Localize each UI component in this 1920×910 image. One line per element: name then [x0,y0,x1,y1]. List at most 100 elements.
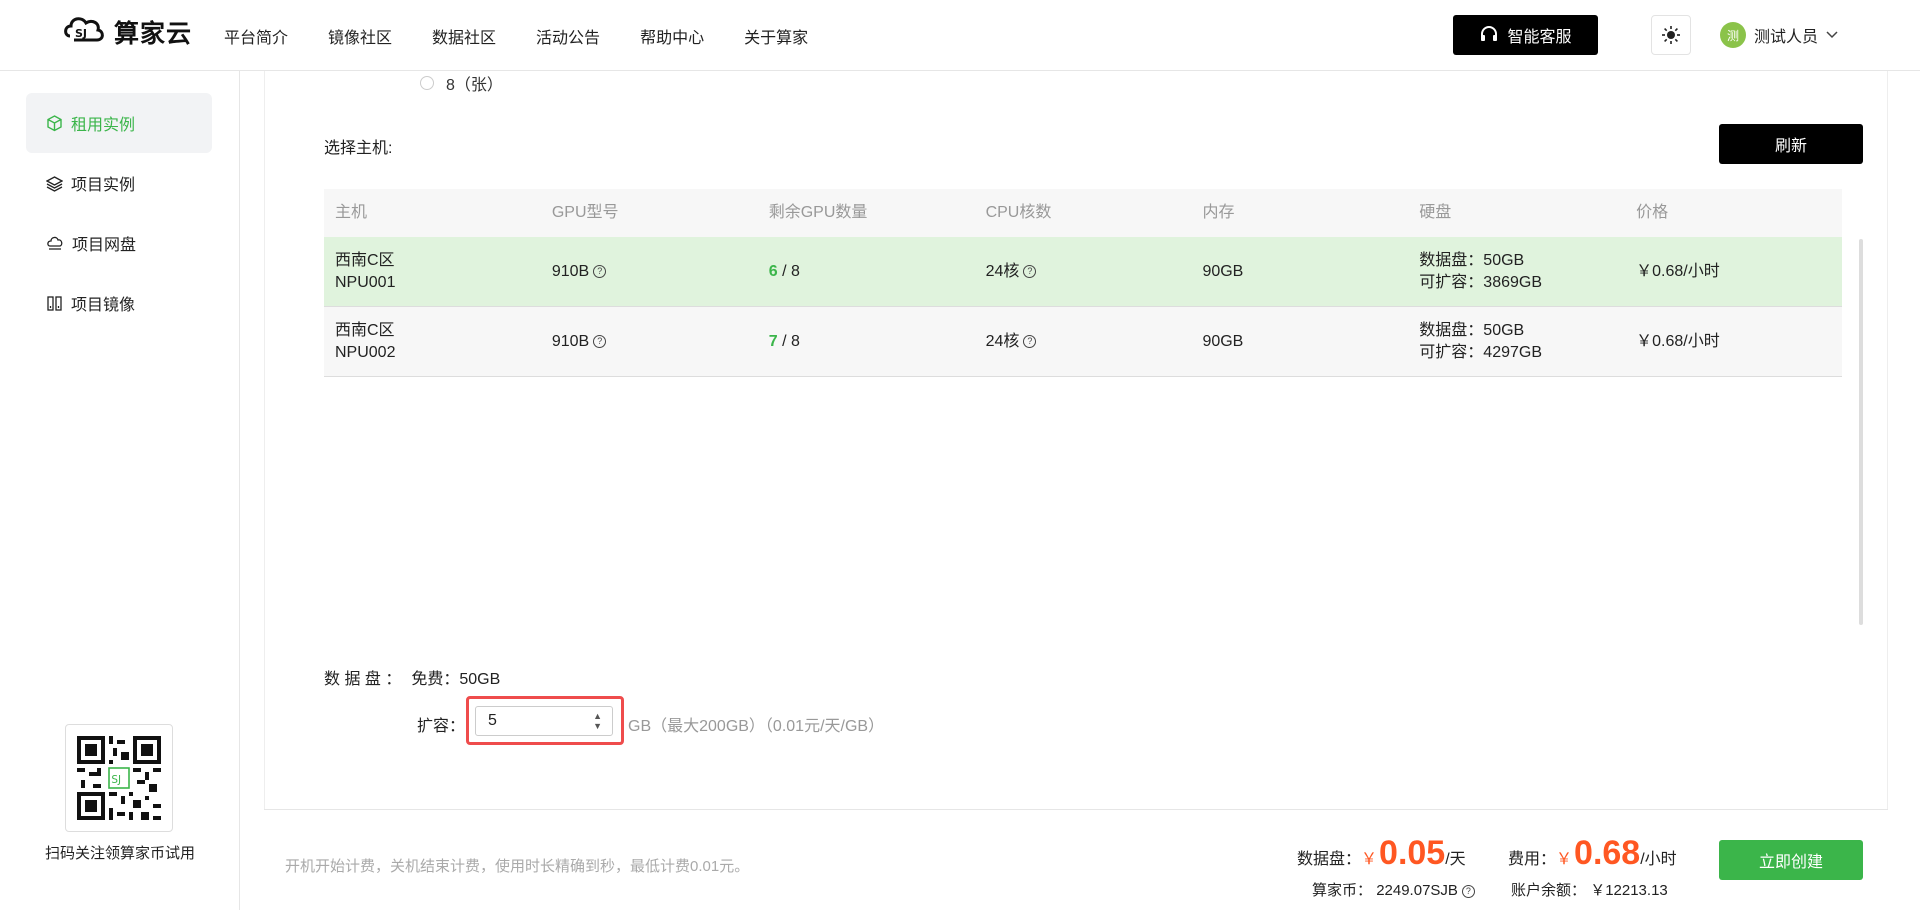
sidebar-item-label: 项目镜像 [71,297,136,314]
sidebar-item-project-instance[interactable]: 项目实例 [26,153,212,213]
column-header: 内存 [1202,204,1235,221]
qr-code-image: SJ [77,736,161,820]
price-cell: ￥0.68/小时 [1636,262,1720,280]
sidebar-item-project-disk[interactable]: 项目网盘 [26,213,212,273]
decrement-icon[interactable]: ▼ [593,721,602,731]
disk-size: 数据盘：50GB [1419,251,1525,269]
cpu-cores: 24核 [985,332,1020,350]
nav-data-community[interactable]: 数据社区 [432,24,496,48]
host-id: NPU001 [335,273,396,291]
disk-cell: 数据盘：50GB 可扩容：4297GB [1408,320,1625,364]
host-table: 主机 GPU型号 剩余GPU数量 CPU核数 内存 硬盘 价格 西南C区 NPU… [324,189,1842,377]
disk-expandable: 可扩容：3869GB [1419,273,1543,291]
sidebar-item-project-image[interactable]: 项目镜像 [26,273,212,333]
currency-symbol: ￥ [1361,851,1378,868]
help-icon[interactable]: ? [593,334,607,348]
gpu-model-cell: 910B? [541,331,758,353]
column-header: 主机 [335,204,368,221]
gpu-total: / 8 [777,332,800,350]
host-cell: 西南C区 NPU002 [324,320,541,364]
table-scrollbar[interactable] [1859,239,1863,625]
host-id: NPU002 [335,343,396,361]
theme-toggle-button[interactable] [1651,15,1691,55]
memory-cell: 90GB [1202,332,1244,350]
sidebar-item-rent-instance[interactable]: 租用实例 [26,93,212,153]
qr-code: SJ [65,724,173,832]
brand-logo[interactable]: SJ 算家云 [62,14,192,50]
gpu-total: / 8 [777,262,800,280]
gpu-free-count: 6 [768,262,778,280]
column-header: CPU核数 [985,204,1052,221]
fee-value: 0.68 [1574,834,1641,872]
price-cell: ￥0.68/小时 [1636,332,1720,350]
main-content: 8（张） 选择主机: 刷新 主机 GPU型号 剩余GPU数量 CPU核数 内存 … [264,71,1888,910]
create-button[interactable]: 立即创建 [1719,840,1863,880]
nav-about[interactable]: 关于算家 [744,24,808,48]
fee-label: 费用： [1508,851,1557,868]
cpu-cores: 24核 [985,262,1020,280]
svg-text:SJ: SJ [75,27,87,40]
disk-price-value: 0.05 [1379,834,1446,872]
gpu-free-cell: 7 / 8 [758,331,975,353]
gpu-model-cell: 910B? [541,261,758,283]
help-icon[interactable]: ? [593,264,607,278]
expand-hint: GB（最大200GB）（0.01元/天/GB） [628,718,885,735]
sidebar-item-label: 租用实例 [71,117,136,134]
data-disk-free: 免费：50GB [411,671,501,688]
increment-icon[interactable]: ▲ [593,711,602,721]
headset-icon [1481,26,1498,41]
expand-label: 扩容： [417,718,466,735]
select-host-label: 选择主机: [324,140,393,157]
help-icon[interactable]: ? [1023,264,1037,278]
coin-balance: 算家币： 2249.07SJB? [1312,879,1475,900]
total-fee: 费用： ￥ 0.68 /小时 [1508,834,1677,873]
table-row[interactable]: 西南C区 NPU002 910B? 7 / 8 24核? 90GB 数据盘：50… [324,307,1842,377]
refresh-button[interactable]: 刷新 [1719,124,1863,164]
user-name: 测试人员 [1754,29,1819,46]
gpu-model: 910B [551,262,590,280]
top-header: SJ 算家云 平台简介 镜像社区 数据社区 活动公告 帮助中心 关于算家 智能客… [0,0,1920,71]
cloud-disk-icon [47,236,63,250]
gpu-model: 910B [551,332,590,350]
billing-note: 开机开始计费，关机结束计费，使用时长精确到秒，最低计费0.01元。 [285,858,750,875]
balance-label: 账户余额： [1511,882,1587,899]
expand-highlight: 5 ▲ ▼ [466,696,624,745]
smart-service-button[interactable]: 智能客服 [1453,15,1598,55]
disk-price-label: 数据盘： [1297,851,1362,868]
gpu-count-option[interactable]: 8（张） [420,71,503,95]
gpu-free-count: 7 [768,332,778,350]
help-icon[interactable]: ? [1461,884,1475,898]
expand-size-input[interactable]: 5 ▲ ▼ [475,706,613,736]
chevron-down-icon [1826,31,1838,39]
host-cell: 西南C区 NPU001 [324,250,541,294]
smart-service-label: 智能客服 [1507,29,1572,46]
cpu-cell: 24核? [975,331,1192,353]
cpu-cell: 24核? [975,261,1192,283]
avatar: 测 [1720,22,1746,48]
help-icon[interactable]: ? [1023,334,1037,348]
sidebar-item-label: 项目实例 [71,177,136,194]
stepper[interactable]: ▲ ▼ [593,711,602,731]
memory-cell: 90GB [1202,262,1244,280]
sidebar-item-label: 项目网盘 [72,237,137,254]
qr-caption: 扫码关注领算家币试用 [44,845,195,862]
balance-value: ￥12213.13 [1590,882,1668,899]
user-menu[interactable]: 测 测试人员 [1720,22,1838,48]
gpu-count-radio[interactable] [420,76,434,90]
layers-icon [46,175,63,192]
gpu-free-cell: 6 / 8 [758,261,975,283]
image-icon [47,295,62,311]
nav-announcements[interactable]: 活动公告 [536,24,600,48]
column-header: GPU型号 [551,204,619,221]
nav-help[interactable]: 帮助中心 [640,24,704,48]
nav-image-community[interactable]: 镜像社区 [328,24,392,48]
disk-size: 数据盘：50GB [1419,321,1525,339]
nav-intro[interactable]: 平台简介 [224,24,288,48]
host-region: 西南C区 [335,251,395,269]
disk-price-unit: /天 [1445,851,1466,868]
table-row[interactable]: 西南C区 NPU001 910B? 6 / 8 24核? 90GB 数据盘：50… [324,237,1842,307]
host-region: 西南C区 [335,321,395,339]
gpu-count-label: 8（张） [446,77,503,94]
currency-symbol: ￥ [1556,851,1573,868]
billing-footer: 开机开始计费，关机结束计费，使用时长精确到秒，最低计费0.01元。 数据盘： ￥… [264,809,1888,910]
